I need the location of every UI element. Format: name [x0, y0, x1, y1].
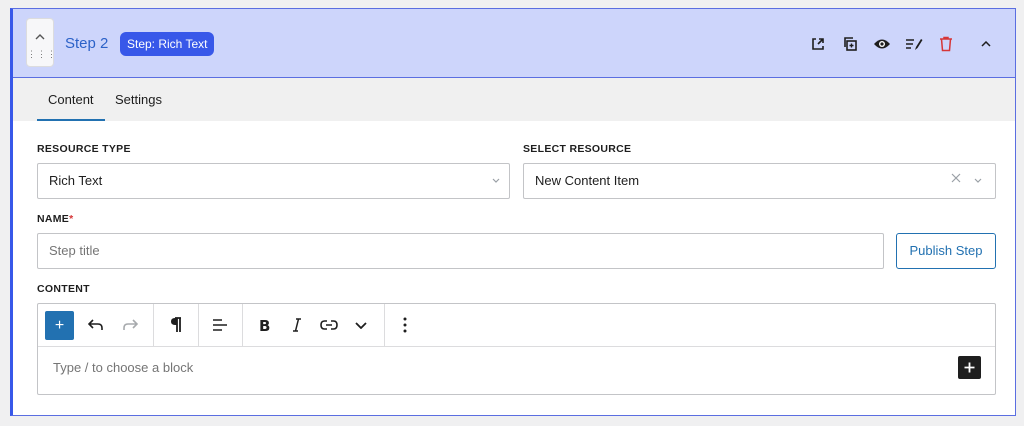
- redo-icon[interactable]: [116, 310, 144, 340]
- resource-type-label: RESOURCE TYPE: [37, 143, 131, 155]
- editor-toolbar: + B: [38, 304, 995, 347]
- more-formats-chevron-icon[interactable]: [347, 310, 375, 340]
- paragraph-icon[interactable]: [162, 310, 190, 340]
- bold-icon[interactable]: B: [250, 310, 278, 340]
- clear-icon[interactable]: [951, 164, 961, 198]
- tab-content[interactable]: Content: [37, 78, 105, 121]
- content-label: CONTENT: [37, 283, 90, 295]
- duplicate-icon[interactable]: [839, 33, 861, 55]
- select-resource-select[interactable]: New Content Item: [523, 163, 996, 199]
- required-mark: *: [69, 213, 74, 225]
- step-panel: ⋮⋮⋮ Step 2 Step: Rich Text Content Setti…: [10, 8, 1016, 416]
- tab-settings[interactable]: Settings: [104, 78, 173, 121]
- step-title-input[interactable]: Step title: [37, 233, 884, 269]
- add-block-button[interactable]: +: [45, 311, 74, 340]
- select-resource-value: New Content Item: [535, 173, 640, 188]
- resource-type-value: Rich Text: [49, 173, 103, 188]
- trash-icon[interactable]: [935, 33, 957, 55]
- undo-icon[interactable]: [82, 310, 110, 340]
- chevron-up-icon[interactable]: [27, 27, 53, 45]
- name-label: NAME*: [37, 213, 74, 225]
- italic-icon[interactable]: [283, 310, 311, 340]
- options-kebab-icon[interactable]: [391, 310, 419, 340]
- step-type-badge: Step: Rich Text: [120, 32, 215, 56]
- toolbar-divider: [242, 304, 243, 346]
- drag-dots-icon[interactable]: ⋮⋮⋮: [27, 50, 56, 59]
- toolbar-divider: [198, 304, 199, 346]
- toolbar-divider: [384, 304, 385, 346]
- edit-list-icon[interactable]: [903, 33, 925, 55]
- collapse-chevron-icon[interactable]: [975, 33, 997, 55]
- external-link-icon[interactable]: [807, 33, 829, 55]
- chevron-down-icon: [974, 164, 982, 198]
- resource-type-select[interactable]: Rich Text: [37, 163, 510, 199]
- select-resource-label: SELECT RESOURCE: [523, 143, 632, 155]
- tab-bar: Content Settings: [13, 78, 1015, 121]
- align-left-icon[interactable]: [206, 310, 234, 340]
- toolbar-divider: [153, 304, 154, 346]
- drag-handle[interactable]: ⋮⋮⋮: [26, 18, 56, 67]
- name-label-text: NAME: [37, 213, 70, 225]
- eye-icon[interactable]: [871, 33, 893, 55]
- step-header: ⋮⋮⋮ Step 2 Step: Rich Text: [13, 9, 1015, 78]
- link-icon[interactable]: [315, 310, 343, 340]
- svg-text:B: B: [259, 318, 270, 332]
- plus-icon: [964, 362, 975, 373]
- inline-add-block-button[interactable]: [958, 356, 981, 379]
- chevron-down-icon: [492, 164, 500, 198]
- block-editor: + B Type / to choose a block: [37, 303, 996, 395]
- step-title: Step 2: [65, 35, 109, 52]
- editor-placeholder[interactable]: Type / to choose a block: [53, 360, 193, 375]
- publish-step-button[interactable]: Publish Step: [896, 233, 996, 269]
